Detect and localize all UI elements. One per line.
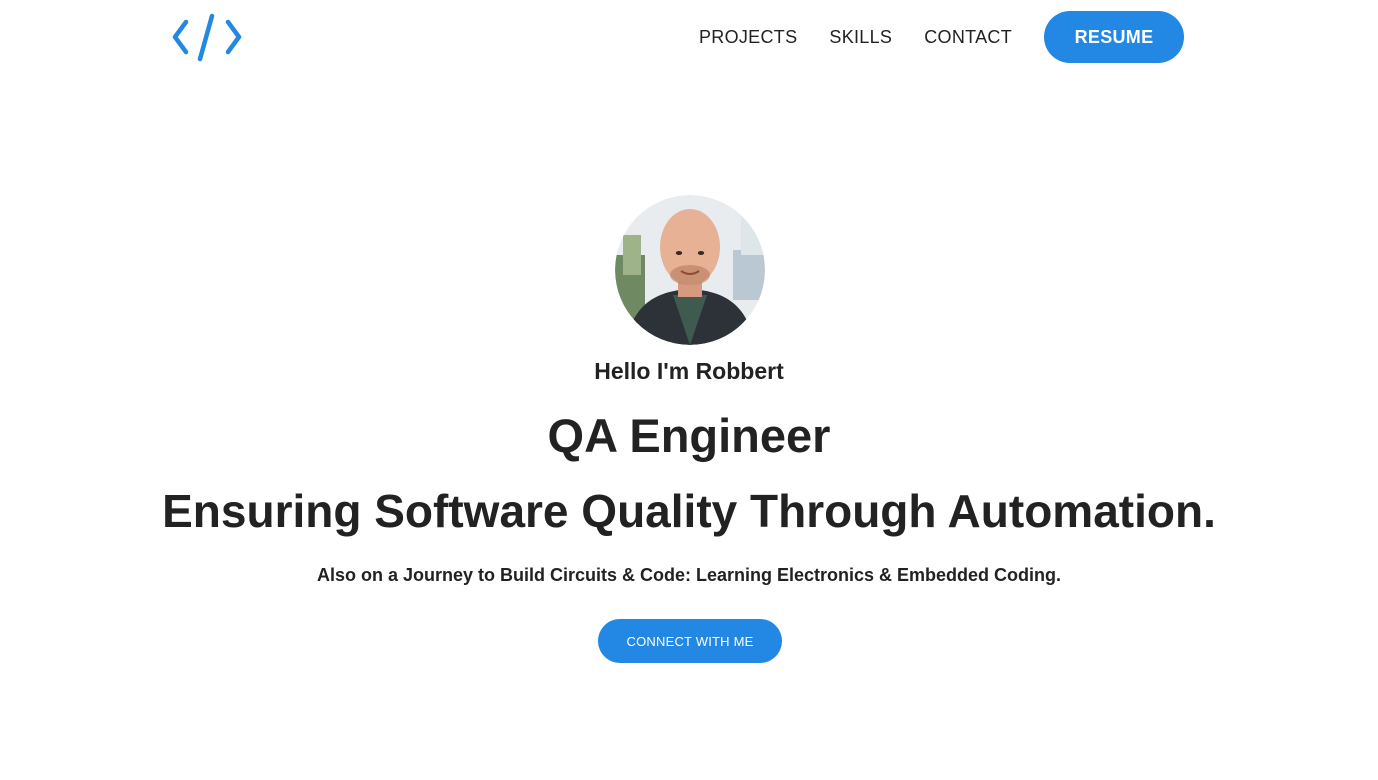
resume-button[interactable]: RESUME: [1044, 11, 1184, 63]
hero-subline: Also on a Journey to Build Circuits & Co…: [316, 565, 1062, 585]
profile-avatar: [615, 195, 765, 345]
connect-with-me-button[interactable]: CONNECT WITH ME: [598, 619, 782, 663]
nav-link-skills[interactable]: SKILLS: [829, 27, 892, 48]
hero-tagline: Ensuring Software Quality Through Automa…: [162, 485, 1216, 537]
nav-link-projects[interactable]: PROJECTS: [699, 27, 797, 48]
hero-greeting: Hello I'm Robbert: [594, 358, 784, 384]
site-header: PROJECTS SKILLS CONTACT RESUME: [0, 0, 1378, 76]
code-brackets-icon: [172, 13, 242, 62]
code-logo-icon[interactable]: [170, 12, 244, 64]
hero-role-title: QA Engineer: [547, 409, 831, 462]
main-nav: PROJECTS SKILLS CONTACT RESUME: [699, 11, 1184, 63]
nav-link-contact[interactable]: CONTACT: [924, 27, 1012, 48]
portfolio-page: PROJECTS SKILLS CONTACT RESUME Hello I'm…: [0, 0, 1378, 780]
